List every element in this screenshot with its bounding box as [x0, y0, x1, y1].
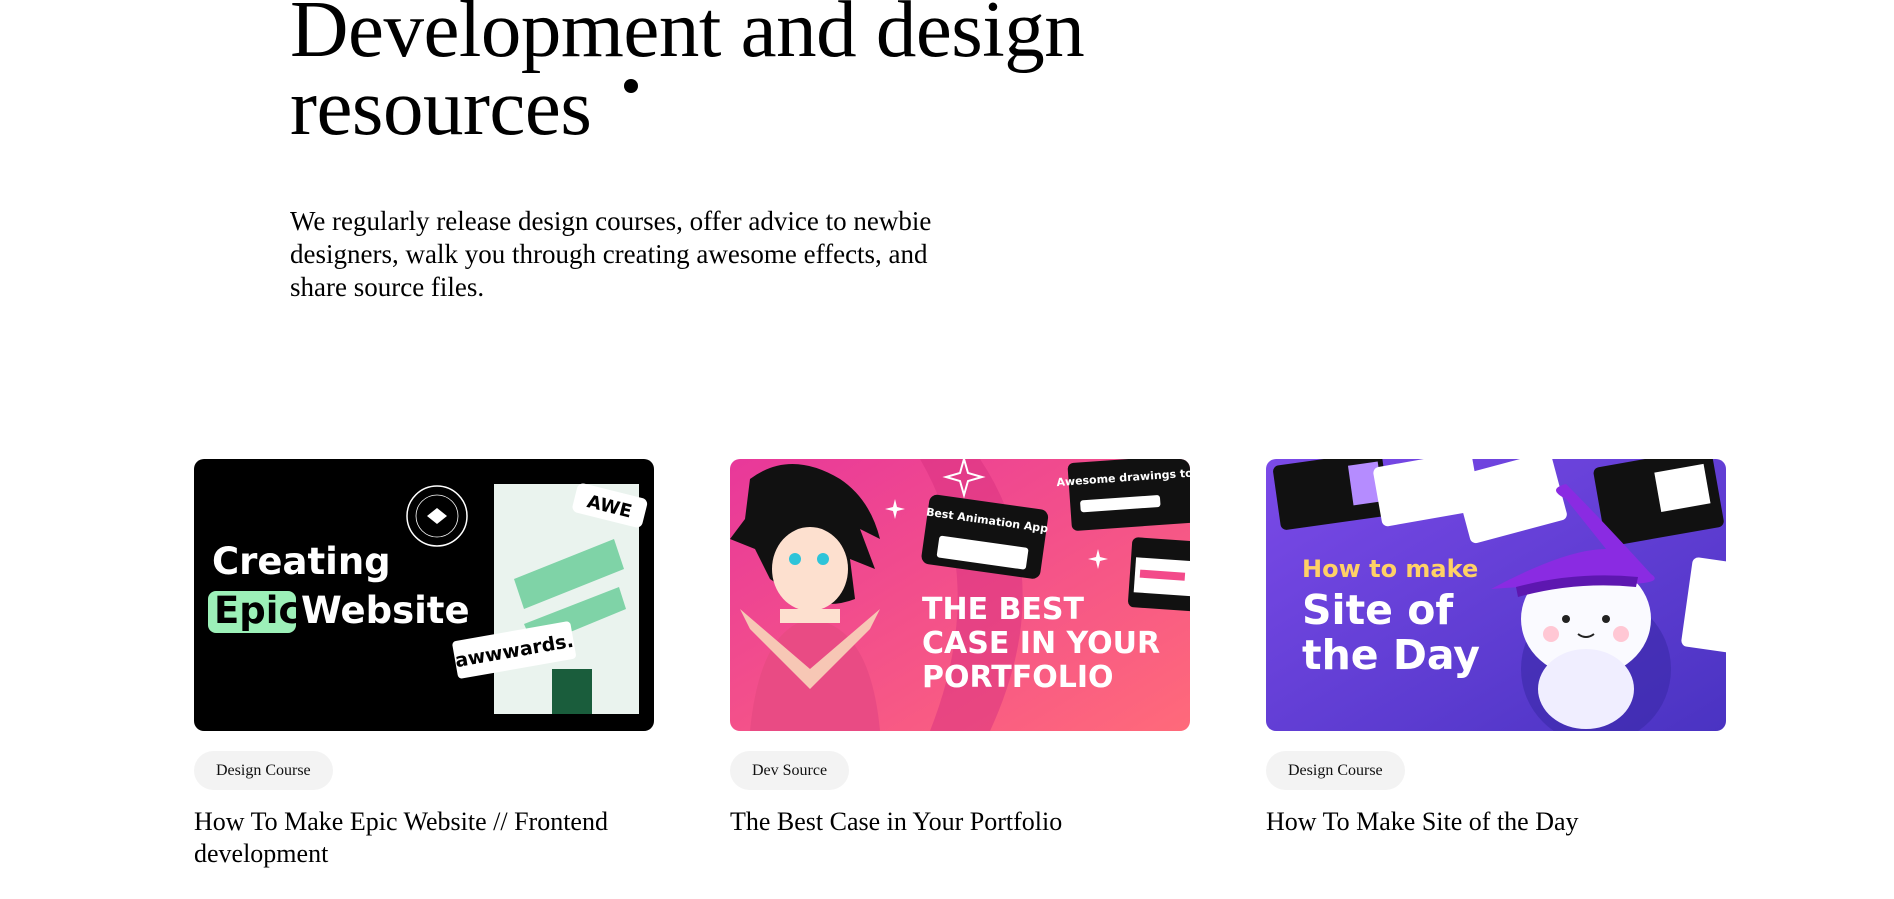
epic-headline-highlight: Epic [214, 589, 300, 632]
card-thumbnail[interactable]: AWE awwwards. Creating Epic Website [194, 459, 654, 731]
site-of-day-headline-line-3: the Day [1302, 631, 1480, 679]
epic-headline-line-1: Creating [212, 540, 391, 583]
card-title[interactable]: How To Make Site of the Day [1266, 806, 1726, 838]
resource-card-epic-website[interactable]: AWE awwwards. Creating Epic Website Desi… [194, 459, 654, 870]
best-case-headline-line-2: CASE IN YOUR [922, 626, 1160, 661]
card-thumbnail[interactable]: Best Animation App Awesome drawings tool… [730, 459, 1190, 731]
resource-card-list: AWE awwwards. Creating Epic Website Desi… [0, 0, 1894, 899]
site-of-the-day-thumbnail-image: How to make Site of the Day [1266, 459, 1726, 731]
resource-card-best-case[interactable]: Best Animation App Awesome drawings tool… [730, 459, 1190, 838]
card-tag[interactable]: Design Course [194, 751, 333, 790]
resource-card-site-of-the-day[interactable]: How to make Site of the Day Design Cours… [1266, 459, 1726, 838]
card-tag[interactable]: Dev Source [730, 751, 850, 790]
best-case-thumbnail-image: Best Animation App Awesome drawings tool… [730, 459, 1190, 731]
card-title[interactable]: The Best Case in Your Portfolio [730, 806, 1190, 838]
best-case-headline-line-1: THE BEST [922, 592, 1084, 627]
site-of-day-headline-line-2: Site of [1302, 586, 1454, 634]
epic-headline-line-2: Website [301, 589, 470, 632]
card-tag[interactable]: Design Course [1266, 751, 1405, 790]
best-case-headline-line-3: PORTFOLIO [922, 660, 1113, 695]
card-thumbnail[interactable]: How to make Site of the Day [1266, 459, 1726, 731]
card-title[interactable]: How To Make Epic Website // Frontend dev… [194, 806, 654, 870]
epic-website-thumbnail-image: AWE awwwards. Creating Epic Website [194, 459, 654, 731]
site-of-day-headline-line-1: How to make [1302, 555, 1478, 583]
